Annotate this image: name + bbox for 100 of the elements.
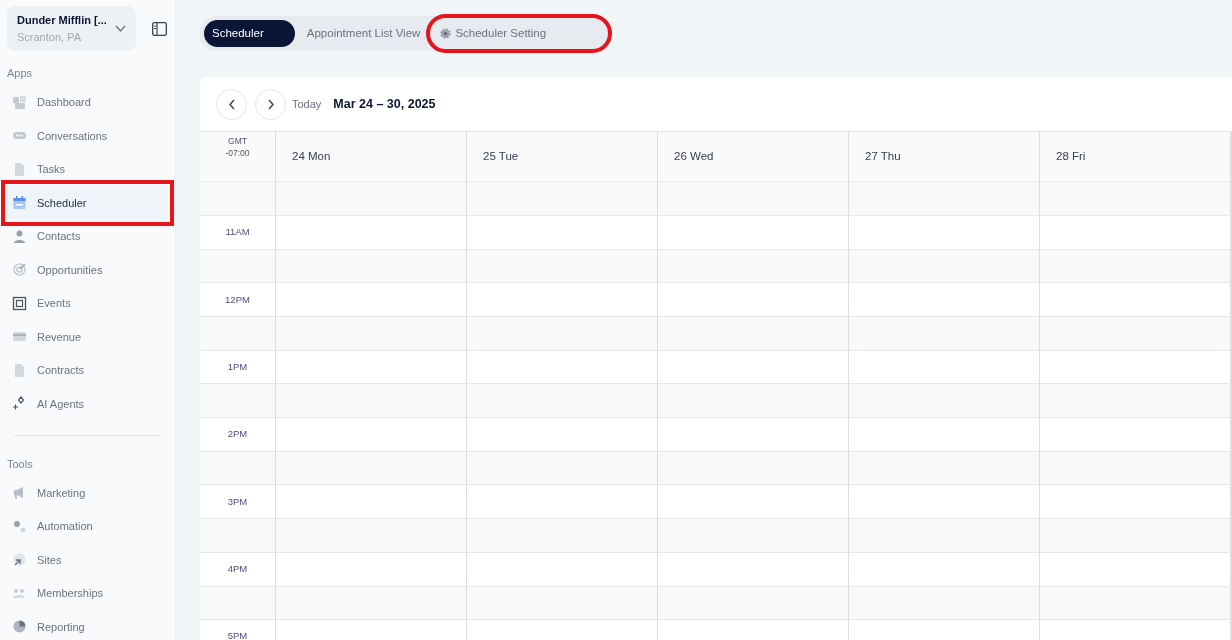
person-icon: [12, 228, 27, 244]
calendar-slot[interactable]: [658, 317, 849, 351]
calendar-slot[interactable]: [467, 451, 658, 486]
calendar-slot[interactable]: [276, 552, 467, 587]
calendar-slot[interactable]: [276, 182, 467, 216]
calendar-slot[interactable]: [467, 249, 658, 284]
calendar-slot[interactable]: [849, 451, 1040, 486]
calendar-slot[interactable]: [1040, 418, 1231, 452]
calendar-slot[interactable]: [467, 519, 658, 553]
day-header: 25 Tue: [483, 149, 519, 165]
chevron-left-icon: [227, 98, 236, 110]
calendar-slot[interactable]: [849, 384, 1040, 419]
calendar-slot[interactable]: [1040, 215, 1231, 250]
account-location: Scranton, PA: [17, 29, 82, 45]
calendar-slot[interactable]: [658, 182, 849, 216]
sidebar-item[interactable]: Tasks: [7, 152, 168, 186]
calendar-slot[interactable]: [1040, 519, 1231, 553]
calendar-slot[interactable]: [849, 418, 1040, 452]
calendar-slot[interactable]: [276, 215, 467, 250]
calendar-slot[interactable]: [849, 317, 1040, 351]
sidebar-item[interactable]: Dashboard: [7, 85, 168, 119]
calendar-slot[interactable]: [658, 451, 849, 486]
globe-icon: [12, 552, 27, 568]
view-tab[interactable]: Scheduler Setting: [432, 20, 607, 48]
calendar-slot[interactable]: [276, 586, 467, 621]
time-label: 1PM: [227, 359, 248, 374]
today-button[interactable]: Today: [288, 96, 326, 113]
sidebar-item[interactable]: Memberships: [7, 576, 168, 610]
day-header: 27 Thu: [865, 149, 901, 165]
calendar-slot[interactable]: [849, 586, 1040, 621]
calendar-slot[interactable]: [658, 552, 849, 587]
next-week-button[interactable]: [255, 88, 286, 120]
day-header: 24 Mon: [292, 149, 331, 165]
sidebar-item[interactable]: Marketing: [7, 476, 168, 510]
calendar-slot[interactable]: [467, 182, 658, 216]
sparkle-icon: [12, 396, 27, 412]
calendar-slot[interactable]: [1040, 384, 1231, 419]
sidebar-item[interactable]: Contracts: [7, 353, 168, 387]
frame-icon: [12, 295, 27, 311]
calendar-slot[interactable]: [849, 519, 1040, 553]
calendar-slot[interactable]: [658, 418, 849, 452]
target-icon: [12, 262, 27, 278]
sidebar-item[interactable]: Conversations: [7, 119, 168, 153]
calendar-slot[interactable]: [849, 552, 1040, 587]
sidebar-item[interactable]: Revenue: [7, 320, 168, 354]
time-label: 3PM: [227, 494, 248, 509]
calendar-slot[interactable]: [1040, 182, 1231, 216]
sidebar-item[interactable]: Events: [7, 286, 168, 320]
sidebar-item[interactable]: Sites: [7, 543, 168, 577]
view-tab[interactable]: Scheduler: [204, 20, 295, 48]
calendar-slot[interactable]: [467, 215, 658, 250]
calendar-slot[interactable]: [276, 418, 467, 452]
calendar-slot[interactable]: [467, 552, 658, 587]
previous-week-button[interactable]: [216, 88, 247, 120]
calendar-icon: [12, 195, 27, 211]
day-header: 28 Fri: [1056, 149, 1086, 165]
gears-icon: [12, 518, 27, 534]
calendar-slot[interactable]: [276, 519, 467, 553]
calendar-slot[interactable]: [658, 384, 849, 419]
calendar-slot[interactable]: [467, 418, 658, 452]
time-label: 4PM: [227, 562, 248, 577]
account-switcher[interactable]: Dunder Mifflin [... Scranton, PA: [7, 6, 136, 51]
calendar-slot[interactable]: [849, 215, 1040, 250]
calendar-slot[interactable]: [1040, 451, 1231, 486]
calendar-slot[interactable]: [1040, 249, 1231, 284]
section-heading: Tools: [7, 456, 34, 472]
calendar-slot[interactable]: [1040, 317, 1231, 351]
pie-chart-icon: [12, 619, 27, 635]
calendar-slot[interactable]: [658, 519, 849, 553]
view-tab[interactable]: Appointment List View: [298, 20, 429, 48]
chevron-down-icon: [115, 24, 126, 33]
sidebar-item[interactable]: Opportunities: [7, 253, 168, 287]
calendar-slot[interactable]: [467, 384, 658, 419]
section-heading: Apps: [7, 66, 34, 81]
document-icon: [12, 161, 27, 177]
time-label: 5PM: [227, 629, 248, 640]
time-label: 12PM: [225, 292, 250, 307]
sidebar-item[interactable]: Contacts: [7, 219, 168, 253]
sidebar-item[interactable]: Automation: [7, 509, 168, 543]
calendar-slot[interactable]: [658, 249, 849, 284]
calendar-slot[interactable]: [1040, 586, 1231, 621]
calendar-slot[interactable]: [276, 249, 467, 284]
timezone-label: GMT -07:00: [225, 136, 250, 159]
calendar-slot[interactable]: [276, 384, 467, 419]
calendar-slot[interactable]: [467, 317, 658, 351]
calendar-slot[interactable]: [658, 586, 849, 621]
calendar-slot[interactable]: [467, 586, 658, 621]
sidebar-item[interactable]: Reporting: [7, 610, 168, 640]
day-header: 26 Wed: [674, 149, 714, 165]
sidebar-toggle-icon[interactable]: [152, 21, 167, 36]
calendar-slot[interactable]: [276, 451, 467, 486]
calendar-slot[interactable]: [658, 215, 849, 250]
gear-icon: [440, 28, 452, 40]
calendar-slot[interactable]: [849, 249, 1040, 284]
calendar-slot[interactable]: [849, 182, 1040, 216]
account-name: Dunder Mifflin [...: [17, 13, 107, 28]
calendar-slot[interactable]: [1040, 552, 1231, 587]
sidebar-item[interactable]: AI Agents: [7, 387, 168, 421]
calendar-slot[interactable]: [276, 317, 467, 351]
document-icon: [12, 362, 27, 378]
